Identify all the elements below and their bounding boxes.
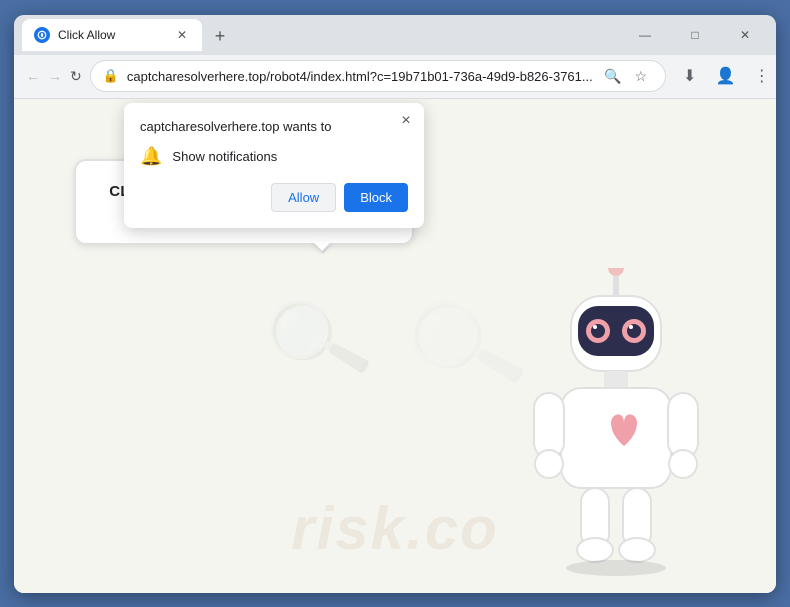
minimize-button[interactable]: — bbox=[622, 20, 668, 50]
forward-button[interactable]: → bbox=[48, 62, 62, 90]
close-button[interactable]: ✕ bbox=[722, 20, 768, 50]
reload-button[interactable]: ↻ bbox=[70, 62, 82, 90]
navigation-bar: ← → ↻ 🔒 captcharesolverhere.top/robot4/i… bbox=[14, 55, 776, 99]
watermark-text: risk.co bbox=[291, 494, 498, 563]
download-button[interactable]: ⬇ bbox=[674, 60, 706, 92]
tab-title: Click Allow bbox=[58, 28, 166, 42]
popup-buttons: Allow Block bbox=[140, 183, 408, 212]
back-button[interactable]: ← bbox=[26, 62, 40, 90]
popup-title: captcharesolverhere.top wants to bbox=[140, 119, 408, 134]
watermark-icon-2: 🔍 bbox=[397, 280, 532, 410]
address-bar[interactable]: 🔒 captcharesolverhere.top/robot4/index.h… bbox=[90, 60, 666, 92]
page-content: 🔍 🔍 risk.co CLICK «ALLOW» TO CONFIRM THA… bbox=[14, 99, 776, 593]
title-bar: Click Allow ✕ + — □ ✕ bbox=[14, 15, 776, 55]
browser-window: Click Allow ✕ + — □ ✕ ← → ↻ 🔒 captchares… bbox=[14, 15, 776, 593]
lock-icon: 🔒 bbox=[103, 68, 119, 84]
robot-illustration bbox=[516, 268, 716, 583]
permission-label: Show notifications bbox=[172, 149, 277, 164]
permission-row: 🔔 Show notifications bbox=[140, 146, 408, 167]
robot-svg bbox=[516, 268, 716, 578]
block-button[interactable]: Block bbox=[344, 183, 408, 212]
tabs-area: Click Allow ✕ + bbox=[22, 19, 614, 51]
search-icon[interactable]: 🔍 bbox=[601, 64, 625, 88]
profile-button[interactable]: 👤 bbox=[710, 60, 742, 92]
window-controls: — □ ✕ bbox=[622, 20, 768, 50]
address-icons: 🔍 ☆ bbox=[601, 64, 653, 88]
maximize-button[interactable]: □ bbox=[672, 20, 718, 50]
popup-close-button[interactable]: × bbox=[396, 111, 416, 131]
bookmark-icon[interactable]: ☆ bbox=[629, 64, 653, 88]
active-tab: Click Allow ✕ bbox=[22, 19, 202, 51]
new-tab-button[interactable]: + bbox=[206, 23, 234, 51]
menu-button[interactable]: ⋮ bbox=[746, 60, 776, 92]
watermark-icon-1: 🔍 bbox=[257, 282, 380, 409]
allow-button[interactable]: Allow bbox=[271, 183, 336, 212]
bell-icon: 🔔 bbox=[140, 146, 162, 167]
tab-close-button[interactable]: ✕ bbox=[174, 27, 190, 43]
tab-favicon bbox=[34, 27, 50, 43]
notification-popup: captcharesolverhere.top wants to × 🔔 Sho… bbox=[124, 103, 424, 228]
toolbar-icons: ⬇ 👤 ⋮ bbox=[674, 60, 776, 92]
url-text: captcharesolverhere.top/robot4/index.htm… bbox=[127, 69, 593, 84]
